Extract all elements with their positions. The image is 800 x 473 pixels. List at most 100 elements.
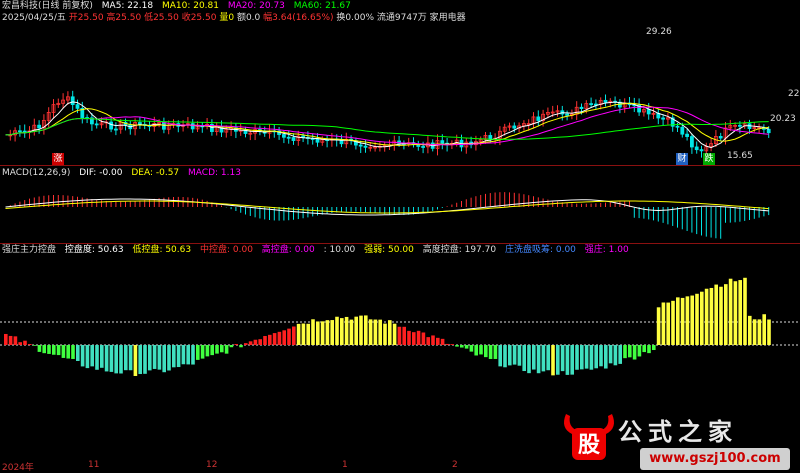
indicator-bar [52, 345, 56, 355]
indicator-bar [623, 345, 627, 359]
indicator-bar [719, 286, 723, 345]
indicator-name: 强庄主力控盘 [2, 245, 57, 255]
indicator-bar [205, 345, 210, 357]
quote-volume: 量0 [219, 13, 235, 23]
indicator-bar [637, 345, 642, 357]
indicator-bar [565, 345, 570, 375]
candle-body [699, 149, 704, 152]
wash-accumulate: 庄洗盘吸筹: 0.00 [504, 245, 576, 255]
quote-open: 开25.50 [68, 13, 104, 23]
indicator-bar [359, 315, 363, 345]
indicator-bar [594, 345, 598, 369]
indicator-bar [508, 345, 512, 366]
indicator-bar [412, 332, 416, 345]
indicator-bar [272, 333, 277, 345]
indicator-bar [157, 345, 162, 370]
ma-line [5, 101, 769, 149]
indicator-bar [666, 302, 670, 345]
quote-low: 低25.50 [144, 13, 179, 23]
candle-body [358, 144, 363, 147]
indicator-bar [162, 345, 166, 373]
indicator-bar [152, 345, 157, 369]
mid-control: 中控盘: 0.00 [199, 245, 253, 255]
indicator-bar [733, 281, 738, 345]
candle-body [161, 122, 166, 130]
candle-body [291, 137, 296, 141]
indicator-bar [167, 345, 171, 371]
indicator-bar [704, 288, 709, 345]
indicator-bar [354, 316, 358, 345]
indicator-bar [767, 319, 771, 345]
candle-body [440, 140, 445, 144]
indicator-bar [709, 287, 714, 345]
indicator-bar [330, 320, 334, 345]
panel-divider [0, 243, 800, 244]
indicator-bar [325, 320, 330, 345]
indicator-bar [556, 345, 560, 375]
indicator-bar [253, 339, 258, 345]
indicator-bar [685, 296, 690, 345]
indicator-bar [80, 345, 85, 367]
axis-label: 11 [88, 460, 100, 470]
candle-body [680, 126, 685, 135]
control-degree: 控盘度: 50.63 [64, 245, 124, 255]
indicator-bar [584, 345, 589, 369]
indicator-bar [728, 278, 733, 345]
macd-title: MACD(12,26,9) [2, 168, 71, 178]
candle-body [363, 145, 368, 148]
indicator-bar [748, 315, 752, 345]
indicator-bar [186, 345, 190, 365]
indicator-header: 强庄主力控盘 控盘度: 50.63 低控盘: 50.63 中控盘: 0.00 高… [2, 245, 635, 256]
indicator-bar [738, 280, 742, 345]
indicator-bar [148, 345, 152, 371]
axis-label: 2024年 [2, 463, 34, 473]
indicator-bar [440, 338, 445, 345]
indicator-bar [181, 345, 186, 365]
indicator-bar [109, 345, 114, 372]
indicator-bar [757, 319, 762, 345]
indicator-bar [71, 345, 75, 359]
indicator-bar [296, 323, 301, 345]
indicator-bar [23, 340, 27, 345]
indicator-bar [680, 297, 685, 345]
indicator-bar [618, 345, 622, 364]
indicator-bar [512, 345, 517, 365]
indicator-bar [445, 343, 450, 345]
limit-up-marker: 涨 [52, 153, 64, 165]
candle-body [190, 123, 195, 130]
indicator-bar [90, 345, 94, 367]
candle-body [94, 123, 99, 126]
indicator-bar [316, 321, 320, 345]
candle-body [690, 136, 694, 148]
candle-body [109, 121, 113, 130]
indicator-bar [191, 345, 195, 365]
indicator-bar [551, 345, 555, 376]
indicator-bar [301, 323, 306, 345]
indicator-bar [234, 344, 238, 345]
candle-body [114, 128, 118, 131]
macd-value: MACD: 1.13 [188, 168, 241, 178]
candle-body [421, 146, 426, 148]
indicator-bar [18, 342, 22, 345]
low-control: 低控盘: 50.63 [132, 245, 192, 255]
indicator-bar [306, 323, 310, 345]
indicator-bar [224, 345, 229, 354]
panel-divider [0, 165, 800, 166]
stock-title: 宏昌科技(日线 前复权) [2, 1, 93, 11]
indicator-bar [671, 300, 675, 345]
candle-body [70, 96, 75, 106]
strong-dealer: 强庄: 1.00 [584, 245, 629, 255]
candle-body [738, 124, 742, 127]
candle-body [536, 116, 541, 121]
indicator-bar [642, 345, 646, 353]
price-header: 宏昌科技(日线 前复权) MA5: 22.18 MA10: 20.81 MA20… [2, 1, 357, 12]
macd-dif: DIF: -0.00 [79, 168, 123, 178]
indicator-bar [589, 345, 594, 370]
indicator-bar [114, 345, 118, 374]
ma60-value: MA60: 21.67 [293, 1, 351, 11]
watermark: 股 公式之家 www.gszj100.com [558, 408, 800, 472]
indicator-bar [4, 333, 8, 345]
indicator-bar [100, 345, 104, 368]
indicator-bar [676, 297, 680, 345]
indicator-bar [196, 345, 200, 360]
